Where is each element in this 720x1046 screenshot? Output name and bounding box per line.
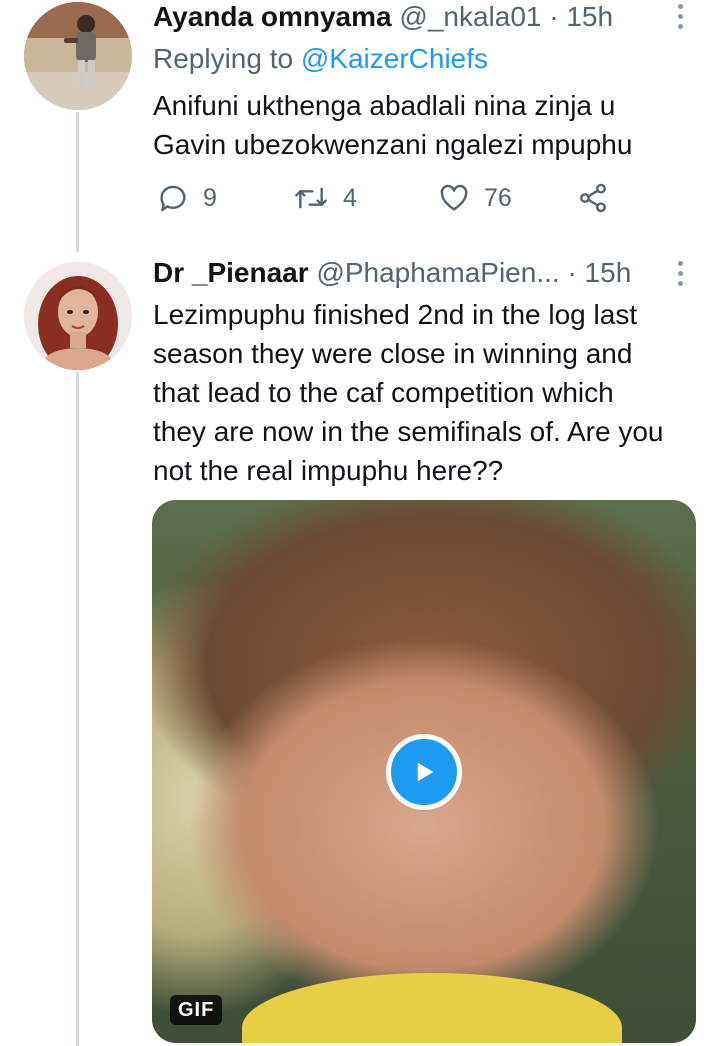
media-shirt-area: [242, 973, 622, 1043]
tweet-text: Lezimpuphu finished 2nd in the log last …: [153, 299, 664, 486]
author-handle[interactable]: @PhaphamaPien...: [316, 257, 559, 288]
author-name[interactable]: Dr _Pienaar: [153, 257, 309, 288]
more-icon[interactable]: [676, 4, 684, 29]
replying-to: Replying to @KaizerChiefs: [153, 42, 488, 76]
retweet-icon: [295, 187, 327, 209]
tweet-text: Anifuni ukthenga abadlali nina zinja u G…: [153, 90, 633, 160]
play-button[interactable]: [386, 734, 462, 810]
reply-button[interactable]: 9: [157, 178, 217, 218]
thread-line-1: [76, 112, 79, 252]
tweet-time[interactable]: · 15h: [567, 257, 631, 288]
tweet-header: Dr _Pienaar @PhaphamaPien... · 15h: [153, 256, 631, 290]
retweet-count: 4: [343, 183, 357, 212]
replying-label: Replying to: [153, 43, 301, 74]
avatar[interactable]: [24, 262, 132, 370]
like-count: 76: [484, 183, 512, 212]
thread-line-2: [76, 372, 79, 1046]
like-button[interactable]: 76: [438, 178, 512, 218]
retweet-button[interactable]: 4: [293, 178, 357, 218]
reply-icon: [160, 185, 186, 212]
tweet-time[interactable]: · 15h: [549, 1, 613, 32]
tweet-actions: 9 4 76: [153, 178, 623, 218]
replying-handle-link[interactable]: @KaizerChiefs: [301, 43, 488, 74]
avatar[interactable]: [24, 2, 132, 110]
share-icon: [580, 183, 606, 213]
tweet-header: Ayanda omnyama @_nkala01 · 15h: [153, 0, 613, 34]
gif-badge: GIF: [170, 995, 223, 1025]
more-icon[interactable]: [676, 261, 684, 286]
share-button[interactable]: [577, 178, 609, 218]
author-name[interactable]: Ayanda omnyama: [153, 1, 392, 32]
play-icon: [417, 762, 434, 782]
author-handle[interactable]: @_nkala01: [399, 1, 541, 32]
reply-count: 9: [203, 183, 217, 212]
gif-media[interactable]: GIF: [152, 500, 696, 1043]
like-icon: [440, 184, 468, 211]
